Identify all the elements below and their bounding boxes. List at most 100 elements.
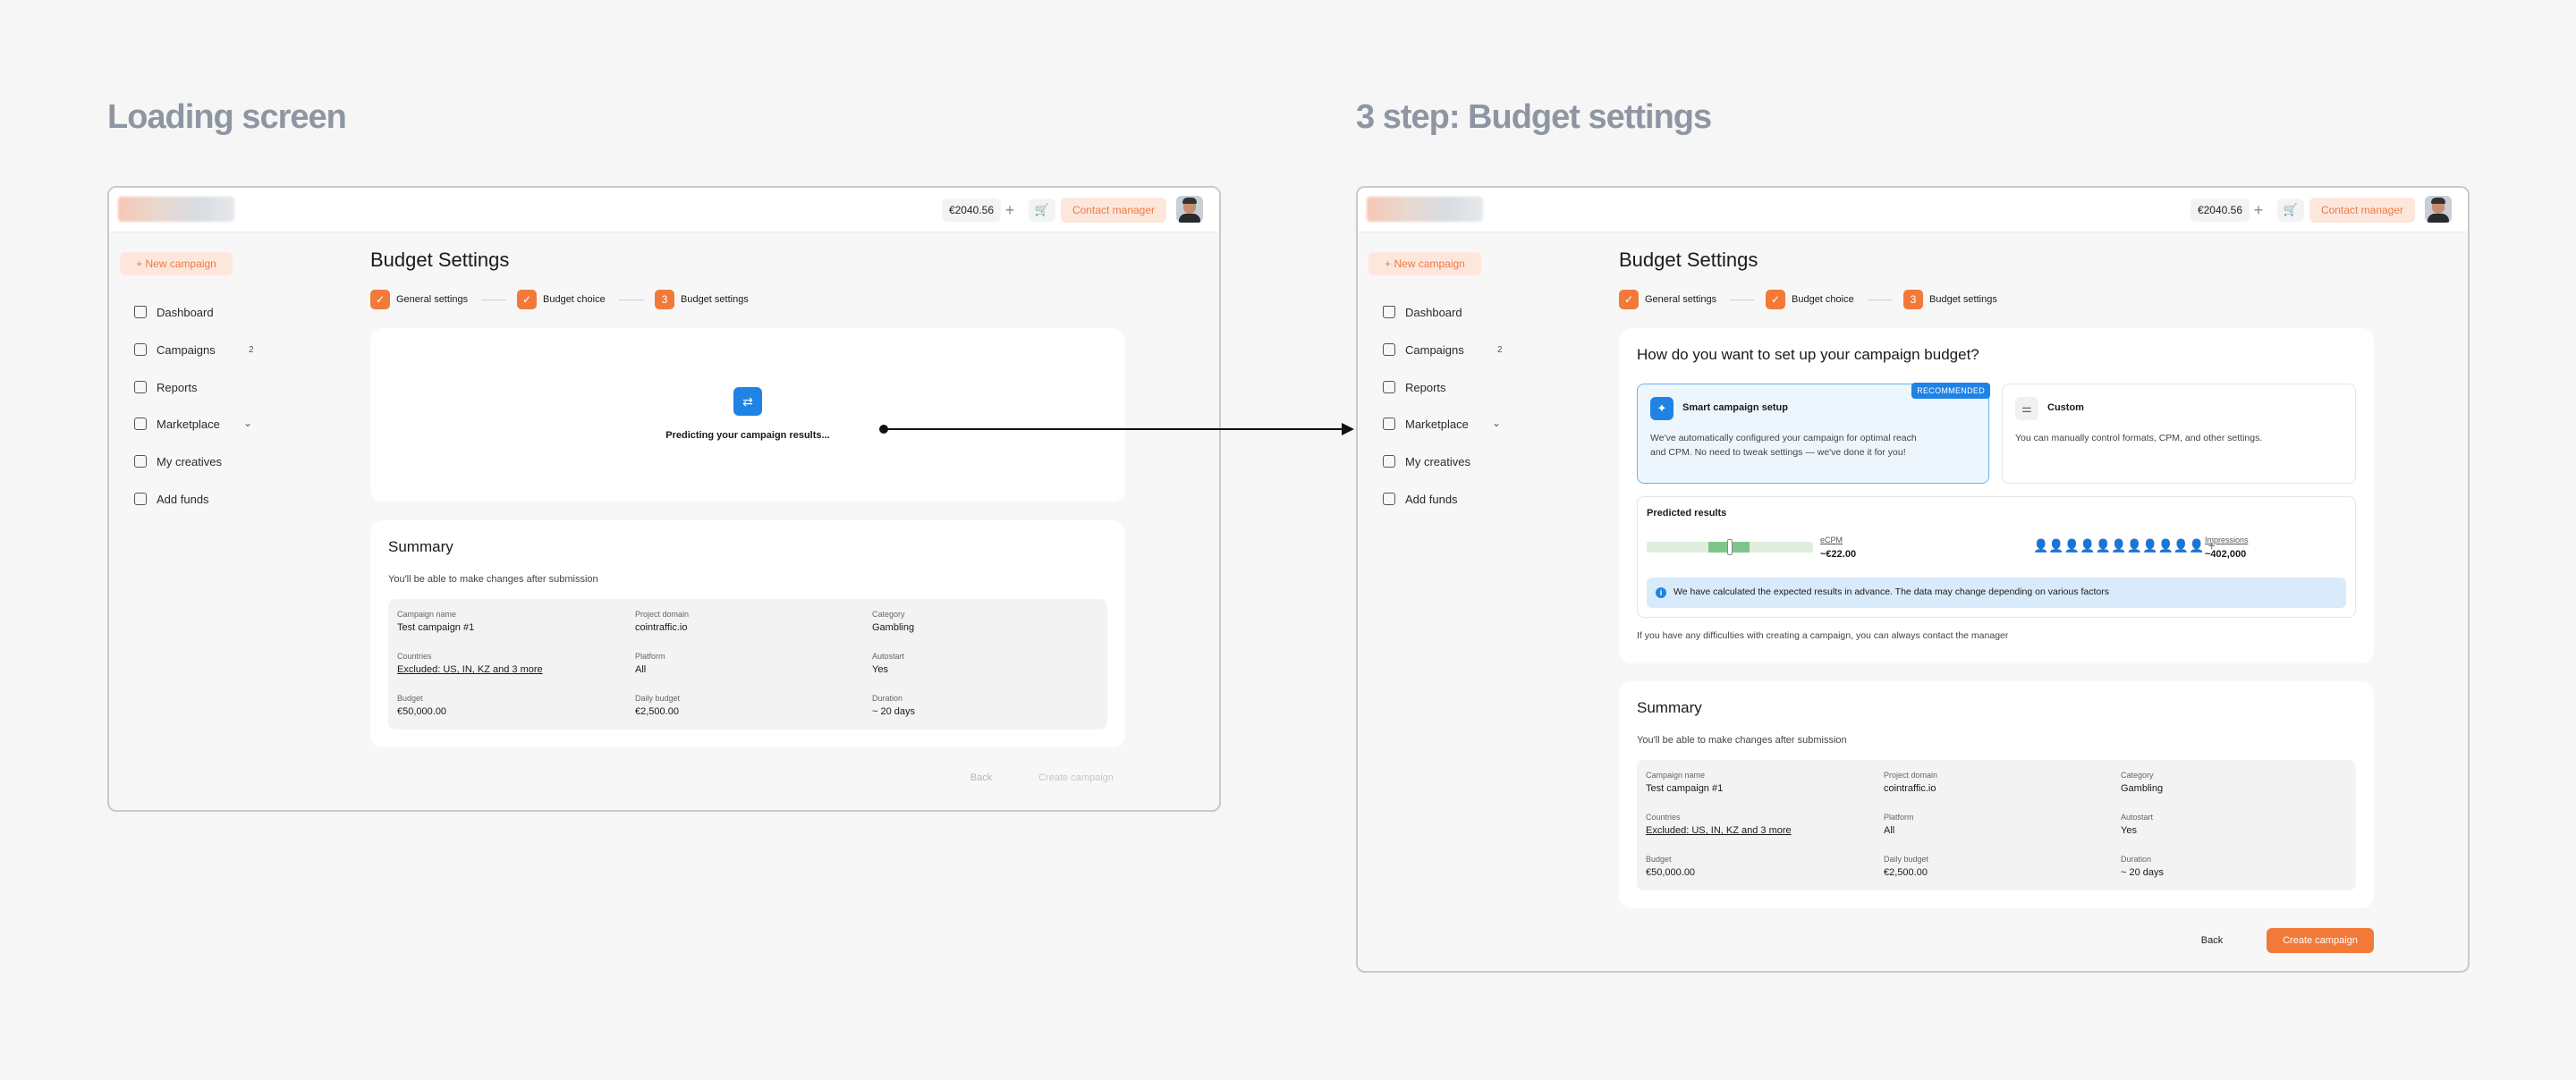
page-title: Budget Settings xyxy=(370,249,510,271)
summary-card: Summary You'll be able to make changes a… xyxy=(370,520,1125,747)
sidebar-item-label: Reports xyxy=(1405,381,1446,394)
field-budget: Budget €50,000.00 xyxy=(1646,855,1696,878)
add-balance-button[interactable]: + xyxy=(1001,199,1019,221)
smart-setup-description: We've automatically configured your camp… xyxy=(1650,433,1917,458)
cart-icon[interactable]: 🛒 xyxy=(2277,198,2304,222)
avatar[interactable] xyxy=(1176,196,1203,223)
impressions-label: Impressions xyxy=(2205,536,2249,544)
loading-screen-frame: €2040.56 + 🛒 Contact manager + New campa… xyxy=(107,186,1221,812)
sidebar-item-label: Marketplace xyxy=(157,418,220,431)
sidebar-item-campaigns[interactable]: Campaigns xyxy=(134,342,216,359)
field-autostart: Autostart Yes xyxy=(872,652,905,675)
step-budget-choice[interactable]: ✓ Budget choice xyxy=(517,290,606,309)
step-label: Budget choice xyxy=(1792,294,1854,305)
sidebar-item-label: Reports xyxy=(157,381,198,394)
sidebar-item-label: Marketplace xyxy=(1405,418,1469,431)
bag-icon xyxy=(134,343,147,356)
summary-subtitle: You'll be able to make changes after sub… xyxy=(1637,735,1847,746)
impressions-value: ~402,000 xyxy=(2205,549,2247,560)
sidebar-item-marketplace[interactable]: Marketplace xyxy=(1383,416,1469,434)
store-icon xyxy=(134,418,147,430)
add-balance-button[interactable]: + xyxy=(2250,199,2267,221)
step-general-settings[interactable]: ✓ General settings xyxy=(370,290,468,309)
create-campaign-button[interactable]: Create campaign xyxy=(2267,928,2374,953)
step-label: Budget choice xyxy=(543,294,606,305)
new-campaign-button[interactable]: + New campaign xyxy=(1368,252,1481,275)
sidebar-item-reports[interactable]: Reports xyxy=(134,379,198,397)
field-campaign-name: Campaign name Test campaign #1 xyxy=(1646,771,1724,794)
help-text: If you have any difficulties with creati… xyxy=(1637,630,2009,641)
sidebar-item-campaigns[interactable]: Campaigns xyxy=(1383,342,1464,359)
field-platform: Platform All xyxy=(635,652,665,675)
info-text: We have calculated the expected results … xyxy=(1674,586,2110,597)
custom-option[interactable]: ⚌ Custom You can manually control format… xyxy=(2002,384,2356,484)
section-title-budget: 3 step: Budget settings xyxy=(1356,98,1712,136)
logo[interactable] xyxy=(118,197,234,222)
summary-card: Summary You'll be able to make changes a… xyxy=(1619,681,2374,908)
budget-settings-frame: €2040.56 + 🛒 Contact manager + New campa… xyxy=(1356,186,2470,973)
page-title: Budget Settings xyxy=(1619,249,1758,271)
sidebar-item-label: Dashboard xyxy=(157,306,214,319)
field-project-domain: Project domain cointraffic.io xyxy=(635,610,690,633)
chevron-down-icon[interactable]: ⌄ xyxy=(1492,417,1501,429)
step-label: General settings xyxy=(1645,294,1717,305)
create-campaign-button[interactable]: Create campaign xyxy=(1027,765,1125,790)
countries-link[interactable]: Excluded: US, IN, KZ and 3 more xyxy=(1646,825,1792,836)
avatar[interactable] xyxy=(2425,196,2452,223)
sidebar-item-add-funds[interactable]: Add funds xyxy=(134,491,209,509)
check-icon: ✓ xyxy=(370,290,390,309)
sidebar-item-dashboard[interactable]: Dashboard xyxy=(134,304,214,322)
loading-card: ⇄ Predicting your campaign results... xyxy=(370,328,1125,502)
sidebar-item-label: Add funds xyxy=(1405,493,1458,506)
image-icon xyxy=(1383,455,1395,468)
budget-question: How do you want to set up your campaign … xyxy=(1637,346,1979,363)
ecpm-marker xyxy=(1727,539,1733,555)
field-daily-budget: Daily budget €2,500.00 xyxy=(1884,855,1929,878)
loading-text: Predicting your campaign results... xyxy=(665,430,830,441)
image-icon xyxy=(134,455,147,468)
step-budget-settings[interactable]: 3 Budget settings xyxy=(655,290,749,309)
back-button[interactable]: Back xyxy=(959,765,1004,790)
cart-icon[interactable]: 🛒 xyxy=(1029,198,1055,222)
logo[interactable] xyxy=(1367,197,1483,222)
contact-manager-button[interactable]: Contact manager xyxy=(1061,198,1166,223)
sidebar-item-add-funds[interactable]: Add funds xyxy=(1383,491,1458,509)
field-project-domain: Project domain cointraffic.io xyxy=(1884,771,1938,794)
field-daily-budget: Daily budget €2,500.00 xyxy=(635,694,681,717)
document-icon xyxy=(134,381,147,393)
step-budget-choice[interactable]: ✓ Budget choice xyxy=(1766,290,1854,309)
step-label: Budget settings xyxy=(1929,294,1997,305)
sidebar-item-reports[interactable]: Reports xyxy=(1383,379,1446,397)
smart-setup-option[interactable]: ✦ Smart campaign setup RECOMMENDED We've… xyxy=(1637,383,1990,484)
field-campaign-name: Campaign name Test campaign #1 xyxy=(397,610,475,633)
sidebar-item-marketplace[interactable]: Marketplace xyxy=(134,416,220,434)
sidebar-item-my-creatives[interactable]: My creatives xyxy=(134,453,222,471)
step-label: Budget settings xyxy=(681,294,749,305)
step-general-settings[interactable]: ✓ General settings xyxy=(1619,290,1716,309)
document-icon xyxy=(1383,381,1395,393)
info-notice: i We have calculated the expected result… xyxy=(1647,578,2346,608)
summary-details: Campaign name Test campaign #1 Project do… xyxy=(1637,760,2356,890)
chevron-down-icon[interactable]: ⌄ xyxy=(243,417,252,429)
sidebar-item-dashboard[interactable]: Dashboard xyxy=(1383,304,1462,322)
field-category: Category Gambling xyxy=(872,610,915,633)
custom-description: You can manually control formats, CPM, a… xyxy=(2015,433,2263,443)
field-platform: Platform All xyxy=(1884,813,1914,836)
sidebar-item-label: My creatives xyxy=(1405,455,1470,468)
sidebar-item-my-creatives[interactable]: My creatives xyxy=(1383,453,1470,471)
step-budget-settings[interactable]: 3 Budget settings xyxy=(1903,290,1997,309)
countries-link[interactable]: Excluded: US, IN, KZ and 3 more xyxy=(397,664,543,675)
new-campaign-button[interactable]: + New campaign xyxy=(120,252,233,275)
summary-title: Summary xyxy=(1637,699,1702,716)
field-duration: Duration ~ 20 days xyxy=(872,694,916,717)
ecpm-label: eCPM xyxy=(1820,536,1843,544)
loader-icon: ⇄ xyxy=(733,387,762,416)
step-number: 3 xyxy=(1903,290,1923,309)
store-icon xyxy=(1383,418,1395,430)
contact-manager-button[interactable]: Contact manager xyxy=(2309,198,2415,223)
back-button[interactable]: Back xyxy=(2190,928,2234,953)
card-icon xyxy=(1383,493,1395,505)
sidebar-item-label: Add funds xyxy=(157,493,209,506)
home-icon xyxy=(1383,306,1395,318)
field-category: Category Gambling xyxy=(2121,771,2164,794)
